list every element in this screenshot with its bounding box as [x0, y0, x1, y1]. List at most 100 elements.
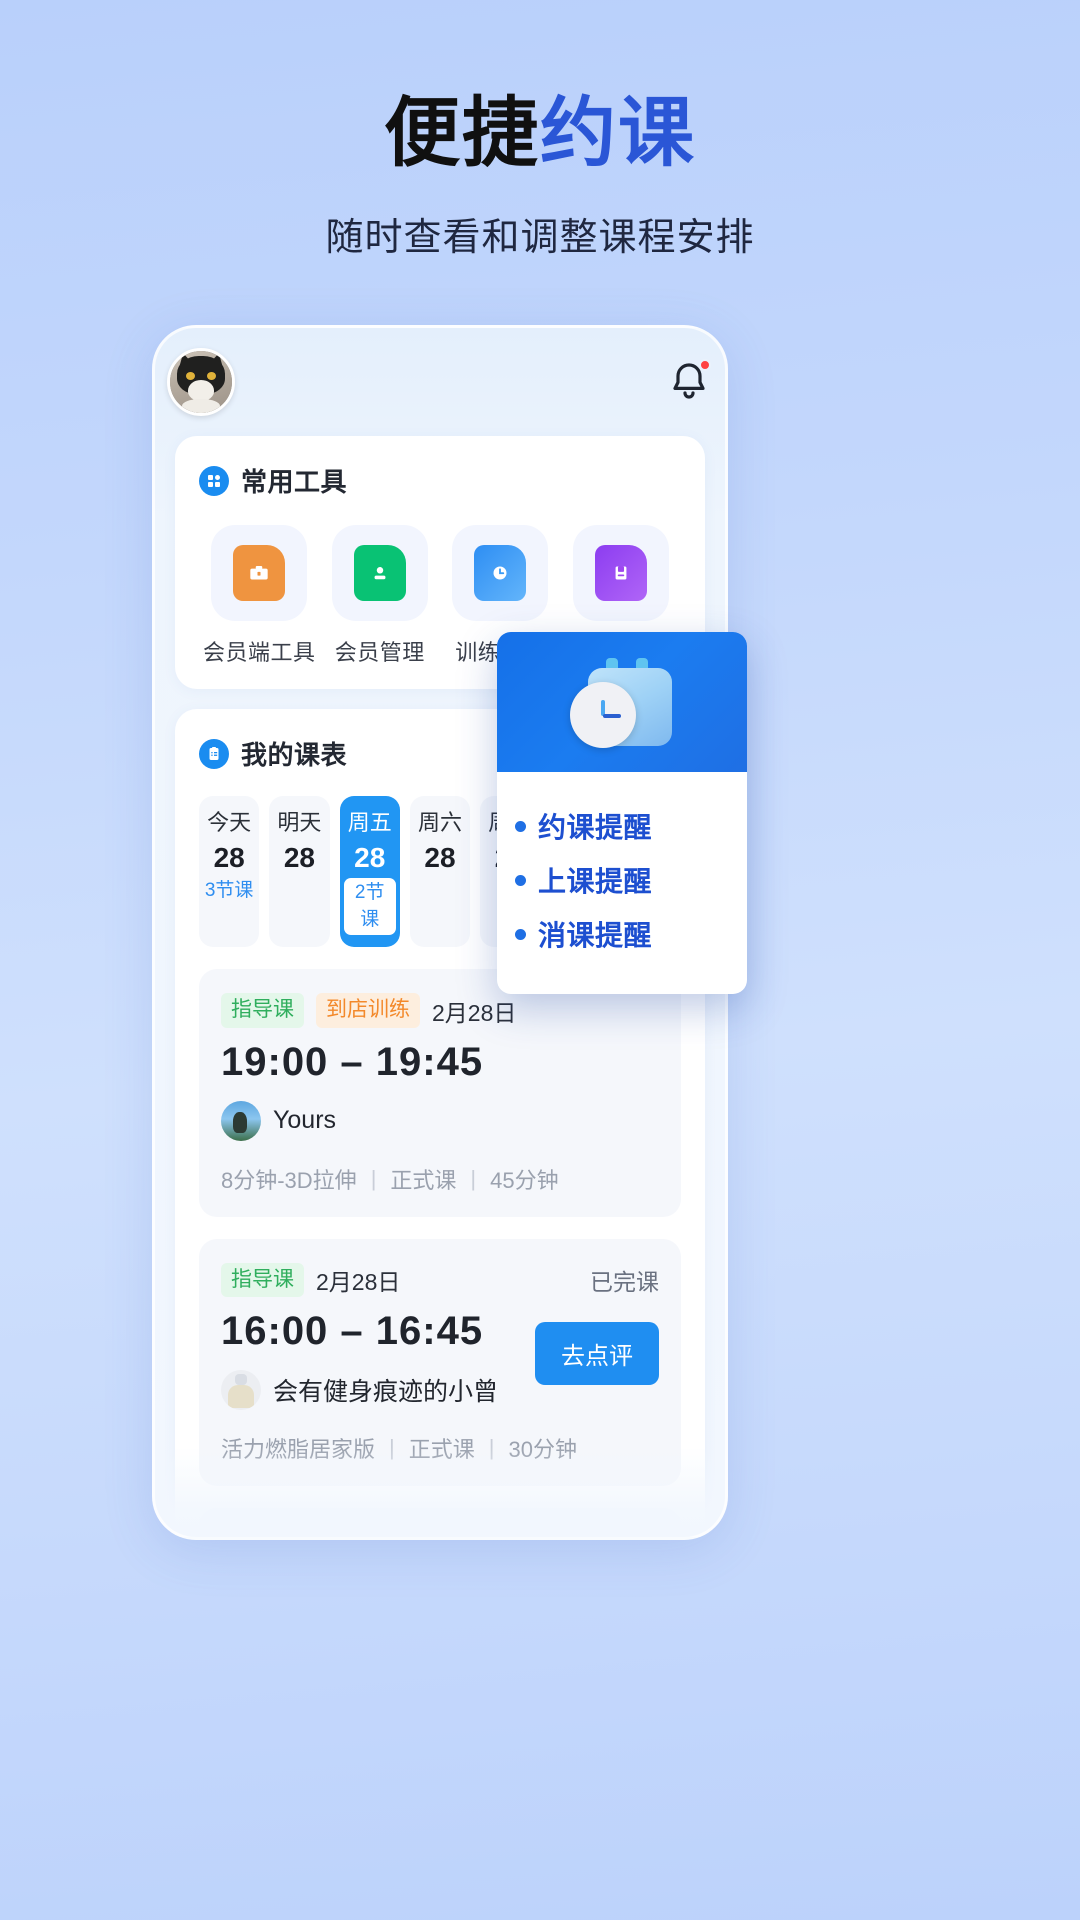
lesson-main: 16:00 – 16:45 会有健身痕迹的小曾	[221, 1297, 523, 1410]
day-tab-name: 周五	[347, 810, 392, 835]
meta-separator: |	[488, 1434, 495, 1460]
page-title: 便捷约课	[0, 96, 1080, 172]
popup-item-label: 约课提醒	[538, 812, 653, 843]
popup-item-cancel-reminder[interactable]: 消课提醒	[515, 914, 737, 954]
day-tab-number: 28	[354, 841, 386, 873]
person-avatar	[221, 1369, 261, 1410]
lesson-type-badge: 指导课	[221, 993, 304, 1028]
lesson-meta: 8分钟-3D拉伸 | 正式课 | 45分钟	[221, 1163, 659, 1195]
tool-label: 会员端工具	[202, 640, 316, 665]
bullet-icon	[515, 874, 526, 886]
tools-card-header: 常用工具	[199, 462, 681, 499]
clock-face-icon	[570, 682, 636, 748]
clock-minute-hand-icon	[603, 714, 621, 718]
popup-item-class-reminder[interactable]: 上课提醒	[515, 860, 737, 900]
day-tab-count: 3节课	[204, 880, 254, 902]
lesson-type-badge: 指导课	[221, 1262, 304, 1297]
schedule-card-title: 我的课表	[241, 740, 348, 770]
popup-list: 约课提醒 上课提醒 消课提醒	[497, 772, 747, 994]
lesson-person: 会有健身痕迹的小曾	[221, 1369, 523, 1410]
person-name: Yours	[273, 1106, 337, 1135]
popup-item-label: 消课提醒	[538, 920, 653, 951]
review-button[interactable]: 去点评	[535, 1321, 659, 1385]
lesson-person: Yours	[221, 1100, 659, 1141]
day-tab-friday[interactable]: 周五 28 2节课	[339, 796, 400, 948]
tool-item-member-management[interactable]: 会员管理	[320, 525, 441, 667]
page-title-accent: 约课	[540, 91, 696, 176]
page-subtitle: 随时查看和调整课程安排	[325, 217, 755, 259]
cat-muzzle-icon	[187, 379, 214, 401]
contact-glyph	[374, 567, 386, 580]
book-doc-icon	[594, 545, 647, 601]
cat-chest-icon	[182, 399, 220, 413]
lesson-date: 2月28日	[316, 1268, 401, 1295]
contact-doc-icon	[353, 545, 406, 601]
lesson-duration: 45分钟	[490, 1167, 559, 1193]
lesson-kind: 正式课	[408, 1436, 475, 1462]
calendar-clock-icon	[570, 654, 674, 750]
reminders-popup: 约课提醒 上课提醒 消课提醒	[497, 632, 747, 994]
page-title-black: 便捷	[384, 91, 540, 176]
cat-eye-right-icon	[206, 372, 216, 381]
avatar[interactable]	[167, 348, 235, 416]
lesson-main: 19:00 – 19:45 Yours	[221, 1028, 659, 1141]
lesson-card[interactable]: 指导课 到店训练 2月28日 19:00 – 19:45 Yours 8分钟-3…	[199, 969, 681, 1217]
meta-separator: |	[470, 1165, 477, 1191]
grid-icon-glyph	[208, 474, 220, 487]
clock-glyph	[493, 566, 507, 580]
lesson-header: 指导课 2月28日 已完课	[221, 1262, 659, 1297]
phone-topbar	[155, 328, 725, 436]
lesson-time: 19:00 – 19:45	[221, 1039, 484, 1084]
tools-card-title: 常用工具	[241, 467, 348, 497]
popup-item-booking-reminder[interactable]: 约课提醒	[515, 806, 737, 846]
day-tab-name: 明天	[277, 810, 322, 835]
lesson-place-badge: 到店训练	[316, 993, 420, 1028]
lesson-course: 8分钟-3D拉伸	[221, 1167, 357, 1193]
lesson-duration: 30分钟	[508, 1436, 577, 1462]
grid-icon	[199, 465, 229, 496]
lesson-body: 19:00 – 19:45 Yours	[221, 1028, 659, 1141]
status-badge: 已完课	[590, 1532, 659, 1537]
day-tab-name: 今天	[207, 810, 252, 835]
day-tab-number: 28	[213, 841, 245, 873]
status-badge: 已完课	[590, 1268, 659, 1295]
tool-label: 会员管理	[334, 640, 425, 665]
person-name: 会有健身痕迹的小曾	[273, 1377, 499, 1406]
bullet-icon	[515, 928, 526, 940]
day-tab-number: 28	[424, 841, 456, 873]
briefcase-glyph	[250, 565, 268, 580]
popup-item-label: 上课提醒	[538, 866, 653, 897]
lesson-type-badge: 指导课	[221, 1531, 304, 1537]
tool-tile	[572, 525, 669, 621]
hero-section: 便捷约课 随时查看和调整课程安排	[0, 0, 1080, 261]
tool-tile	[331, 525, 428, 621]
clock-doc-icon	[474, 545, 527, 601]
notification-badge-dot	[699, 359, 711, 371]
person-avatar	[221, 1100, 261, 1141]
tool-tile	[211, 525, 308, 621]
lesson-time: 16:00 – 16:45	[221, 1308, 484, 1353]
lesson-card[interactable]: 指导课 2月28日 已完课 09:00 – 09:45 奔跑的大海 去点评	[199, 1507, 681, 1537]
briefcase-doc-icon	[233, 545, 286, 601]
clipboard-icon	[199, 738, 229, 769]
day-tab-today[interactable]: 今天 28 3节课	[199, 796, 260, 948]
lesson-header: 指导课 2月28日 已完课	[221, 1531, 659, 1537]
tool-tile	[452, 525, 549, 621]
meta-separator: |	[370, 1165, 377, 1191]
tool-item-member-client[interactable]: 会员端工具	[199, 525, 320, 667]
lesson-course: 活力燃脂居家版	[221, 1436, 376, 1462]
notification-button[interactable]	[665, 358, 713, 406]
lesson-header: 指导课 到店训练 2月28日	[221, 993, 659, 1028]
book-glyph	[615, 566, 627, 580]
day-tab-name: 周六	[417, 810, 462, 835]
bullet-icon	[515, 820, 526, 832]
day-tab-tomorrow[interactable]: 明天 28	[269, 796, 330, 948]
meta-separator: |	[389, 1434, 395, 1460]
day-tab-saturday[interactable]: 周六 28	[409, 796, 471, 948]
day-tab-number: 28	[283, 841, 315, 873]
lesson-body: 16:00 – 16:45 会有健身痕迹的小曾 去点评	[221, 1297, 659, 1410]
lesson-meta: 活力燃脂居家版 | 正式课 | 30分钟	[221, 1432, 659, 1464]
lesson-card[interactable]: 指导课 2月28日 已完课 16:00 – 16:45 会有健身痕迹的小曾 去点…	[199, 1238, 681, 1486]
lesson-date: 2月28日	[432, 999, 517, 1026]
popup-header	[497, 632, 747, 772]
